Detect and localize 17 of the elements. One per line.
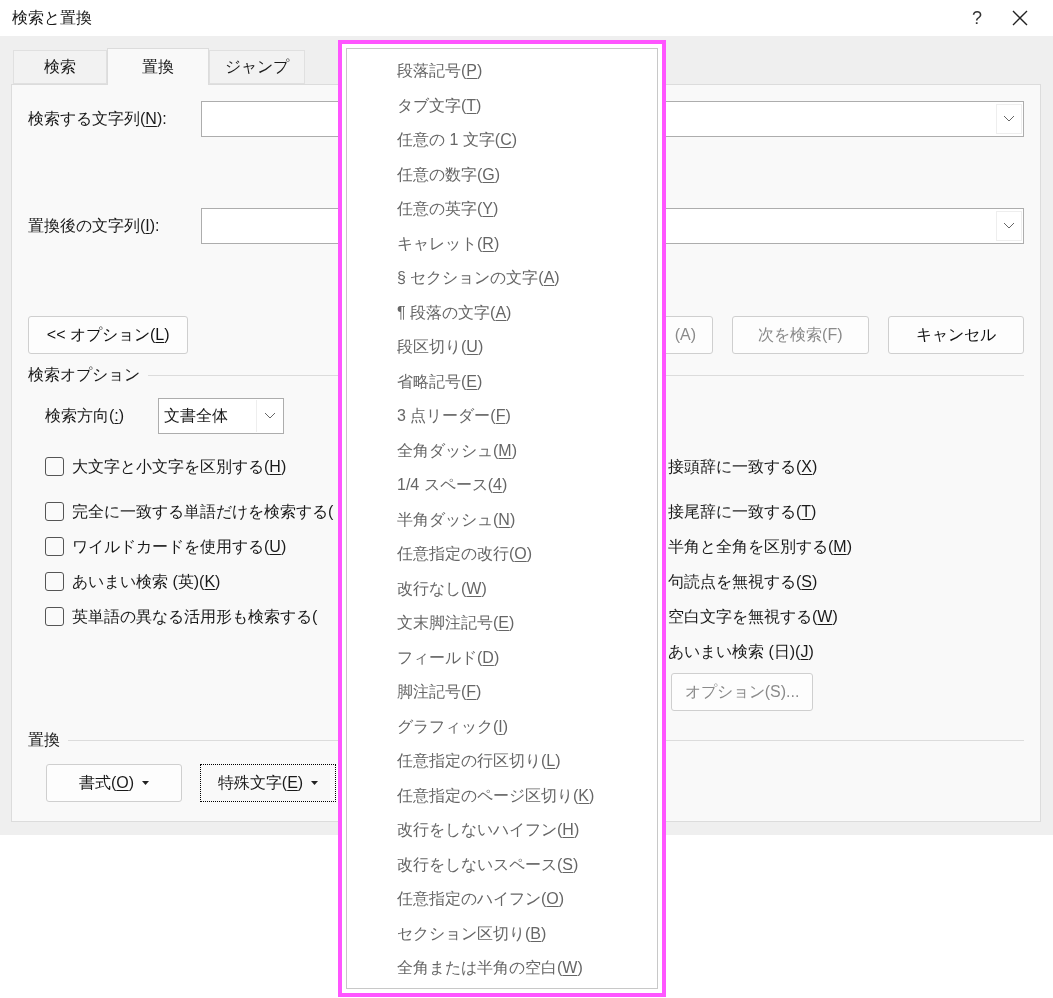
checkbox-label: 接頭辞に一致する(X)	[668, 456, 818, 477]
checkbox-label: あいまい検索 (英)(K)	[72, 571, 221, 592]
checkbox-label: 半角と全角を区別する(M)	[668, 536, 852, 557]
checkbox-label: 句読点を無視する(S)	[668, 571, 818, 592]
checkbox-label: 大文字と小文字を区別する(H)	[72, 456, 287, 477]
section-title: 検索オプション	[28, 365, 140, 385]
checkbox-label: 完全に一致する単語だけを検索する(	[72, 501, 334, 522]
direction-label: 検索方向(:)	[45, 406, 126, 426]
field-label: 置換後の文字列(I):	[28, 216, 161, 236]
checkbox-label: あいまい検索 (日)(J)	[668, 641, 814, 662]
section-title: 置換	[28, 730, 60, 750]
checkbox-label: ワイルドカードを使用する(U)	[72, 536, 287, 557]
checkbox-label: 接尾辞に一致する(T)	[668, 501, 817, 522]
checkbox-label: 空白文字を無視する(W)	[668, 606, 838, 627]
checkbox-label: 英単語の異なる活用形も検索する(	[72, 606, 318, 627]
field-label: 検索する文字列(N):	[28, 109, 168, 129]
window-title: 検索と置換	[12, 8, 92, 28]
